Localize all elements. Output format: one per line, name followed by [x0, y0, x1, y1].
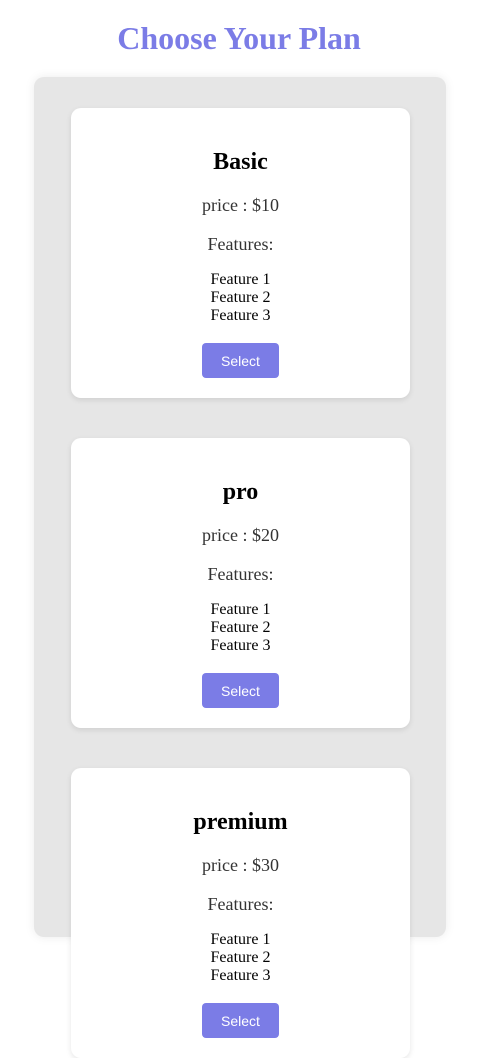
feature-item: Feature 1 [210, 931, 271, 948]
features-list: Feature 1 Feature 2 Feature 3 [71, 271, 410, 325]
plan-price: price : $10 [202, 195, 279, 215]
features-heading: Features: [207, 894, 274, 914]
plan-price: price : $20 [202, 525, 279, 545]
select-pro-button[interactable]: Select [202, 673, 279, 708]
feature-item: Feature 3 [210, 637, 271, 654]
plan-card-basic: Basic price : $10 Features: Feature 1 Fe… [71, 108, 410, 398]
plan-name: premium [193, 809, 288, 835]
plan-name: Basic [213, 149, 268, 175]
feature-item: Feature 3 [210, 307, 271, 324]
features-list: Feature 1 Feature 2 Feature 3 [71, 601, 410, 655]
plan-name: pro [222, 479, 259, 505]
plans-panel: Basic price : $10 Features: Feature 1 Fe… [34, 77, 446, 1058]
select-premium-button[interactable]: Select [202, 1003, 279, 1038]
plan-price: price : $30 [202, 855, 279, 875]
features-heading: Features: [207, 564, 274, 584]
feature-item: Feature 2 [210, 289, 271, 306]
features-list: Feature 1 Feature 2 Feature 3 [71, 931, 410, 985]
select-basic-button[interactable]: Select [202, 343, 279, 378]
feature-item: Feature 2 [210, 949, 271, 966]
feature-item: Feature 2 [210, 619, 271, 636]
page-title: Choose Your Plan [117, 20, 361, 56]
feature-item: Feature 1 [210, 271, 271, 288]
feature-item: Feature 1 [210, 601, 271, 618]
features-heading: Features: [207, 234, 274, 254]
plan-card-premium: premium price : $30 Features: Feature 1 … [71, 768, 410, 1058]
plan-card-pro: pro price : $20 Features: Feature 1 Feat… [71, 438, 410, 728]
feature-item: Feature 3 [210, 967, 271, 984]
